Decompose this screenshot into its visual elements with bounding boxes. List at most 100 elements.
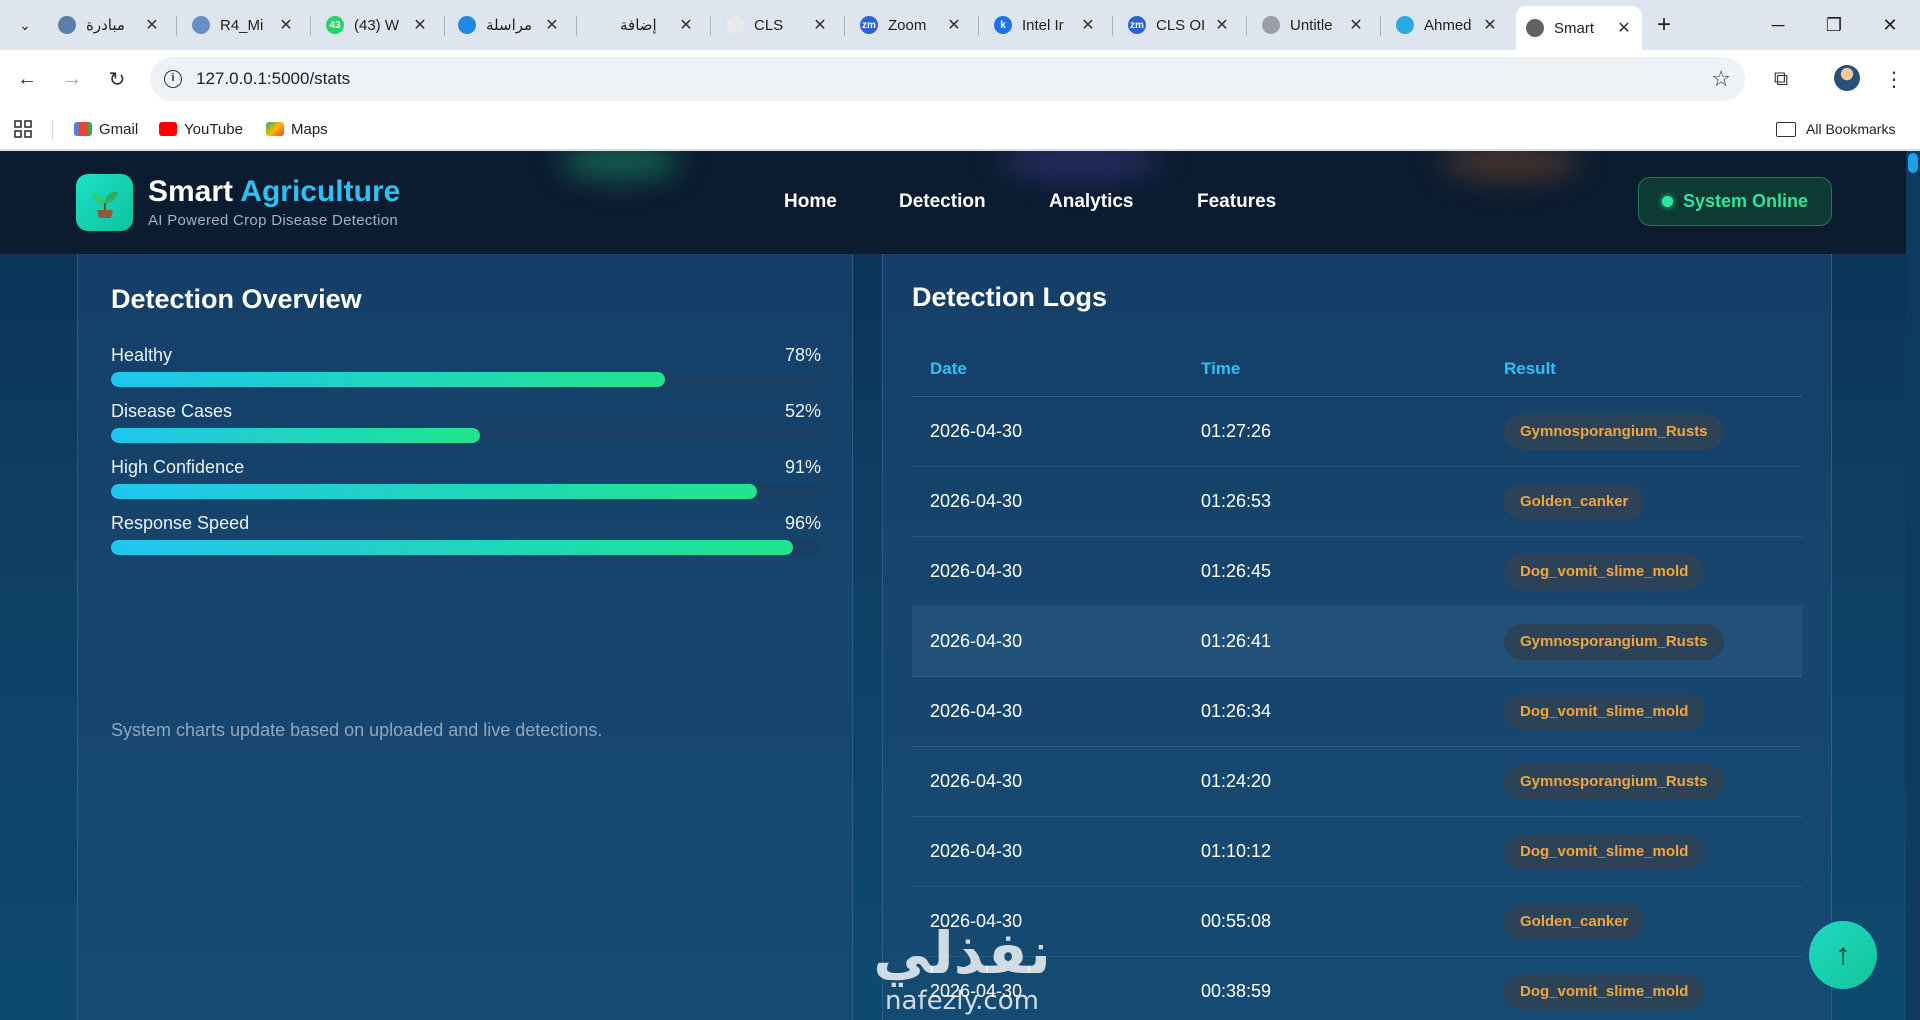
result-badge: Gymnosporangium_Rusts — [1504, 764, 1724, 800]
nav-home[interactable]: Home — [784, 191, 837, 213]
metric-percent: 91% — [784, 457, 821, 477]
tab-close-icon[interactable]: ✕ — [946, 15, 962, 35]
bookmark-gmail[interactable]: Gmail — [74, 118, 138, 140]
close-window-button[interactable]: ✕ — [1862, 0, 1918, 50]
tab-favicon-icon — [192, 16, 210, 34]
tab-title: مبادرة — [86, 17, 125, 34]
table-row[interactable]: 2026-04-30 01:27:26 Gymnosporangium_Rusts — [912, 397, 1802, 467]
table-row[interactable]: 2026-04-30 00:55:08 Golden_canker — [912, 887, 1802, 957]
tab-separator — [978, 16, 979, 36]
browser-tab[interactable]: R4_Mi ✕ — [182, 8, 304, 42]
tab-title: Untitle — [1290, 16, 1333, 34]
metric-row: Response Speed 96% — [111, 513, 821, 573]
log-date: 2026-04-30 — [930, 491, 1023, 511]
result-badge: Dog_vomit_slime_mold — [1504, 694, 1705, 730]
browser-tab[interactable]: مراسلة ✕ — [448, 8, 570, 42]
overview-title: Detection Overview — [111, 284, 362, 314]
log-date: 2026-04-30 — [930, 631, 1023, 651]
browser-tab[interactable]: مبادرة ✕ — [48, 8, 170, 42]
browser-tab[interactable]: Untitle ✕ — [1252, 8, 1374, 42]
table-row[interactable]: 2026-04-30 01:26:41 Gymnosporangium_Rusts — [912, 607, 1802, 677]
tab-close-icon[interactable]: ✕ — [1616, 18, 1632, 38]
site-info-icon[interactable]: i — [164, 70, 182, 88]
tab-favicon-icon — [458, 16, 476, 34]
menu-button[interactable]: ⋮ — [1878, 63, 1910, 95]
header-glow — [560, 151, 680, 181]
browser-tab[interactable]: إضافة ✕ — [582, 8, 704, 42]
tab-separator — [1112, 16, 1113, 36]
browser-tab[interactable]: zm Zoom ✕ — [850, 8, 972, 42]
status-dot-icon — [1661, 196, 1673, 207]
tab-close-icon[interactable]: ✕ — [678, 15, 694, 35]
more-vert-icon: ⋮ — [1884, 68, 1904, 91]
scrollbar-thumb[interactable] — [1908, 153, 1918, 173]
tab-close-icon[interactable]: ✕ — [1348, 15, 1364, 35]
new-tab-button[interactable]: + — [1650, 12, 1678, 40]
scroll-to-top-button[interactable]: ↑ — [1809, 921, 1877, 989]
browser-tab[interactable]: zm CLS OI ✕ — [1118, 8, 1240, 42]
tab-search-button[interactable]: ⌄ — [10, 10, 40, 40]
back-button[interactable]: ← — [11, 63, 43, 95]
reload-button[interactable]: ↻ — [101, 63, 133, 95]
minimize-button[interactable]: ─ — [1750, 0, 1806, 50]
tab-favicon-icon: 43 — [326, 16, 344, 34]
table-row[interactable]: 2026-04-30 01:10:12 Dog_vomit_slime_mold — [912, 817, 1802, 887]
profile-avatar[interactable] — [1834, 65, 1860, 91]
tab-favicon-icon — [592, 16, 610, 34]
table-row[interactable]: 2026-04-30 01:24:20 Gymnosporangium_Rusts — [912, 747, 1802, 817]
tab-title: (43) W — [354, 16, 399, 34]
bookmark-star-icon[interactable]: ☆ — [1711, 66, 1731, 92]
tab-close-icon[interactable]: ✕ — [1214, 15, 1230, 35]
metric-row: High Confidence 91% — [111, 457, 821, 517]
log-date: 2026-04-30 — [930, 701, 1023, 721]
bookmark-maps[interactable]: Maps — [266, 118, 328, 140]
apps-button[interactable] — [14, 118, 32, 140]
extensions-button[interactable]: ⧉ — [1765, 63, 1797, 95]
table-row[interactable]: 2026-04-30 01:26:34 Dog_vomit_slime_mold — [912, 677, 1802, 747]
url-text[interactable]: 127.0.0.1:5000/stats — [196, 69, 350, 89]
tab-close-icon[interactable]: ✕ — [544, 15, 560, 35]
tab-favicon-icon: k — [994, 16, 1012, 34]
tab-close-icon[interactable]: ✕ — [812, 15, 828, 35]
restore-button[interactable]: ❐ — [1806, 0, 1862, 50]
tab-close-icon[interactable]: ✕ — [278, 15, 294, 35]
nav-analytics[interactable]: Analytics — [1049, 191, 1133, 213]
tab-favicon-icon — [58, 16, 76, 34]
tab-separator — [1380, 16, 1381, 36]
tab-favicon-icon — [1526, 19, 1544, 37]
youtube-icon — [159, 122, 177, 136]
tab-close-icon[interactable]: ✕ — [144, 15, 160, 35]
all-bookmarks-button[interactable]: All Bookmarks — [1776, 118, 1895, 140]
browser-tab[interactable]: k Intel Ir ✕ — [984, 8, 1106, 42]
browser-tab[interactable]: CLS ✕ — [716, 8, 838, 42]
table-row[interactable]: 2026-04-30 01:26:53 Golden_canker — [912, 467, 1802, 537]
nav-detection[interactable]: Detection — [899, 191, 986, 213]
metric-percent: 52% — [784, 401, 821, 421]
brand-title[interactable]: Smart Agriculture — [148, 175, 400, 209]
metric-percent: 78% — [784, 345, 821, 365]
tab-title: Intel Ir — [1022, 16, 1064, 34]
bookmark-youtube[interactable]: YouTube — [159, 118, 243, 140]
status-label: System Online — [1682, 191, 1809, 211]
nav-features[interactable]: Features — [1197, 191, 1276, 213]
logo[interactable] — [76, 174, 133, 231]
progress-fill — [111, 484, 758, 499]
tab-close-icon[interactable]: ✕ — [412, 15, 428, 35]
browser-tab[interactable]: 43 (43) W ✕ — [316, 8, 438, 42]
table-row[interactable]: 2026-04-30 01:26:45 Dog_vomit_slime_mold — [912, 537, 1802, 607]
chevron-down-icon: ⌄ — [19, 16, 31, 33]
table-row[interactable]: 2026-04-30 00:38:59 Dog_vomit_slime_mold — [912, 957, 1802, 1020]
browser-tab[interactable]: Ahmed ✕ — [1386, 8, 1508, 42]
browser-tab[interactable]: Smart ✕ — [1516, 6, 1642, 50]
log-time: 00:55:08 — [1201, 911, 1272, 931]
tab-close-icon[interactable]: ✕ — [1080, 15, 1096, 35]
tab-close-icon[interactable]: ✕ — [1482, 15, 1498, 35]
page-scrollbar[interactable] — [1906, 151, 1920, 1020]
log-date: 2026-04-30 — [930, 841, 1023, 861]
tab-separator — [176, 16, 177, 36]
forward-button[interactable]: → — [56, 63, 88, 95]
bookmarks-bar: Gmail YouTube Maps All Bookmarks — [0, 108, 1920, 150]
tab-separator — [310, 16, 311, 36]
address-bar[interactable]: i 127.0.0.1:5000/stats ☆ — [150, 57, 1745, 101]
result-badge: Golden_canker — [1504, 904, 1645, 940]
